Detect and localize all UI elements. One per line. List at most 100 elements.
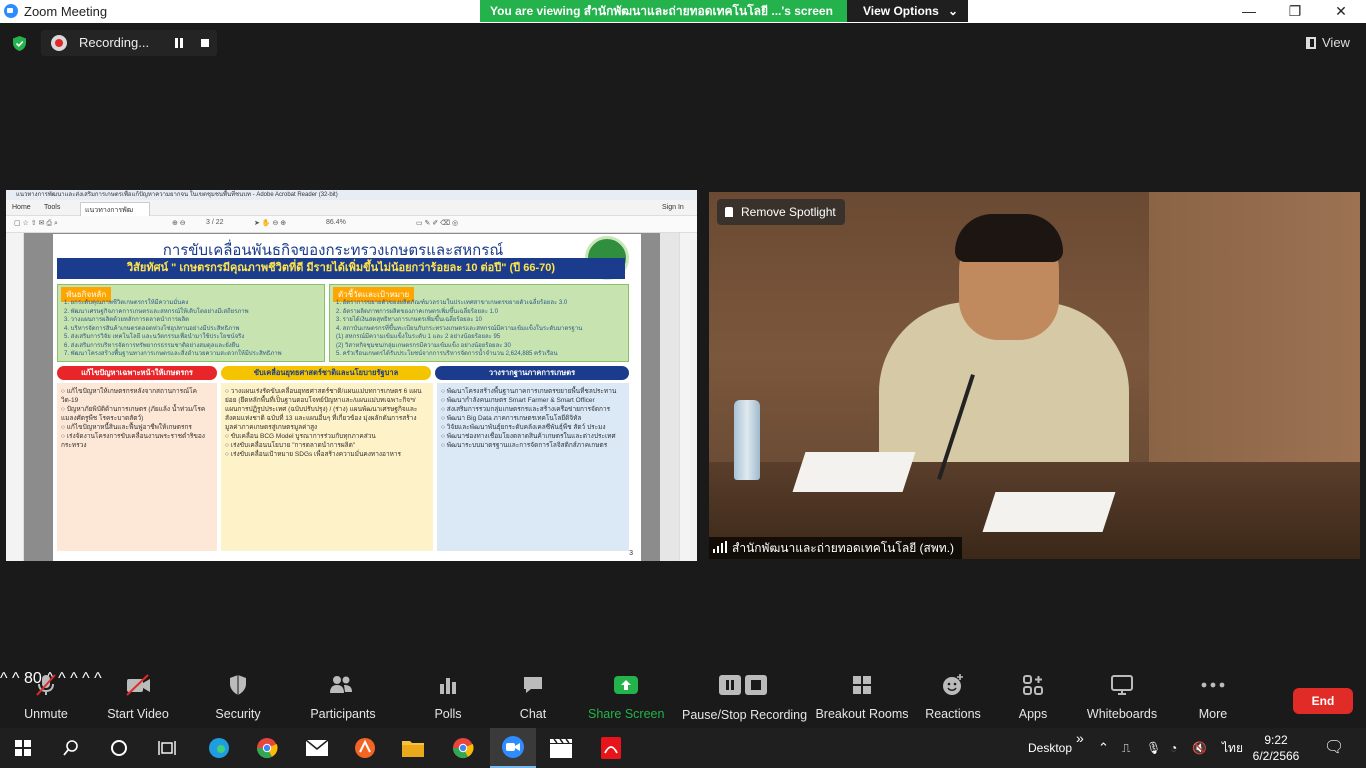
unmute-button[interactable]: Unmute — [16, 670, 76, 728]
microphone-muted-icon — [36, 674, 56, 696]
window-title: Zoom Meeting — [24, 4, 108, 19]
chat-button[interactable]: Chat — [508, 670, 558, 728]
share-screen-label: Share Screen — [588, 707, 665, 721]
column-strategy: ○ วางแผนเร่งรัดขับเคลื่อนยุทธศาสตร์ชาติ/… — [221, 383, 433, 551]
security-shield-icon — [230, 675, 246, 695]
security-button[interactable]: Security — [208, 670, 268, 728]
restore-button[interactable]: ❐ — [1272, 0, 1318, 23]
view-button[interactable]: View — [1306, 35, 1350, 50]
spotlight-video[interactable] — [709, 192, 1360, 559]
zoom-meeting-window: Zoom Meeting You are viewing สำนักพัฒนาแ… — [0, 0, 1366, 768]
chrome-profile-icon[interactable] — [440, 728, 486, 768]
whiteboards-label: Whiteboards — [1086, 707, 1158, 721]
remove-spotlight-button[interactable]: Remove Spotlight — [717, 199, 845, 225]
acrobat-sign-in[interactable]: Sign In — [662, 204, 684, 211]
clapper-app-icon[interactable] — [538, 728, 584, 768]
stop-recording-button[interactable] — [201, 39, 209, 47]
app-orange-icon[interactable] — [342, 728, 388, 768]
windows-start-icon[interactable] — [0, 728, 46, 768]
acrobat-tab-bar: Home Tools แนวทางการพัฒนาฯ... Sign In — [6, 200, 697, 225]
whiteboards-options-caret[interactable]: ^ — [94, 670, 102, 687]
pin-icon — [725, 207, 733, 217]
mission-text: 1. ยกระดับคุณภาพชีวิตเกษตรกรให้มีความมั่… — [64, 300, 282, 357]
start-video-button[interactable]: Start Video — [102, 670, 174, 728]
acrobat-right-rail — [679, 233, 697, 561]
acrobat-page-indicator[interactable]: 3 / 22 — [206, 219, 224, 226]
acrobat-scrollbar[interactable] — [660, 233, 679, 561]
acrobat-tab-tools[interactable]: Tools — [44, 204, 60, 211]
recording-icon — [51, 35, 67, 51]
tray-network-device-icon[interactable]: ⎍ — [1122, 728, 1130, 768]
participants-label: Participants — [310, 707, 376, 721]
pause-stop-recording-button[interactable]: Pause/Stop Recording — [682, 670, 808, 728]
acrobat-nav-icons: ⊕ ⊖ — [172, 220, 186, 227]
desktop-toolbar-label[interactable]: Desktop — [1028, 728, 1072, 768]
acrobat-tab-document[interactable]: แนวทางการพัฒนาฯ... — [80, 202, 150, 225]
more-dots-icon — [1201, 682, 1225, 688]
chrome-icon[interactable] — [244, 728, 290, 768]
pause-recording-button[interactable] — [175, 38, 183, 48]
share-screen-arrow-icon — [614, 676, 638, 694]
minimize-button[interactable]: — — [1226, 0, 1272, 23]
encryption-shield-icon[interactable] — [11, 35, 28, 52]
chat-bubble-icon — [524, 677, 542, 693]
close-button[interactable]: ✕ — [1318, 0, 1364, 23]
apps-options-caret[interactable]: ^ — [82, 670, 90, 687]
chevron-down-icon: ⌄ — [947, 4, 958, 18]
title-bar: Zoom Meeting You are viewing สำนักพัฒนาแ… — [0, 0, 1366, 23]
column-urgent: ○ แก้ไขปัญหาให้เกษตรกรหลังจากสถานการณ์โค… — [57, 383, 217, 551]
water-bottle — [734, 400, 760, 480]
acrobat-zoom-level[interactable]: 86.4% — [326, 219, 346, 226]
audio-options-caret[interactable]: ^ — [0, 670, 8, 687]
unmute-label: Unmute — [24, 707, 68, 721]
reactions-smiley-icon — [943, 674, 963, 695]
view-options-label: View Options — [863, 4, 939, 18]
taskbar-clock[interactable]: 9:22 6/2/2566 — [1248, 732, 1304, 764]
zoom-taskbar-icon[interactable] — [490, 728, 536, 768]
tray-wifi-icon[interactable]: ◔ — [1170, 728, 1177, 768]
video-wall-panel — [1149, 192, 1360, 482]
tray-overflow-icon[interactable]: ⌃ — [1098, 728, 1109, 768]
view-label: View — [1322, 35, 1350, 50]
polls-button[interactable]: Polls — [424, 670, 472, 728]
reactions-label: Reactions — [925, 707, 981, 721]
search-icon[interactable] — [48, 728, 94, 768]
tray-language-label[interactable]: ไทย — [1222, 728, 1243, 768]
file-explorer-icon[interactable] — [390, 728, 436, 768]
slide-vision: วิสัยทัศน์ " เกษตรกรมีคุณภาพชีวิตที่ดี ม… — [57, 258, 625, 279]
video-camera-muted-icon — [126, 674, 150, 696]
tray-microphone-icon[interactable]: 🎙 — [1146, 728, 1161, 768]
breakout-rooms-button[interactable]: Breakout Rooms — [814, 670, 910, 728]
acrobat-reader-icon[interactable] — [588, 728, 634, 768]
signal-bars-icon — [713, 541, 727, 553]
participants-button[interactable]: Participants — [304, 670, 382, 728]
task-view-icon[interactable] — [144, 728, 190, 768]
slide-page-number: 3 — [629, 550, 633, 557]
whiteboards-button[interactable]: Whiteboards — [1086, 670, 1158, 728]
shared-screen[interactable]: แนวทางการพัฒนาและส่งเสริมการเกษตรเพื่อแก… — [6, 190, 697, 561]
end-meeting-button[interactable]: End — [1293, 688, 1353, 714]
edge-browser-icon[interactable] — [196, 728, 242, 768]
strip-strategy: ขับเคลื่อนยุทธศาสตร์ชาติและนโยบายรัฐบาล — [221, 366, 431, 380]
share-screen-button[interactable]: Share Screen — [588, 670, 664, 728]
tray-volume-muted-icon[interactable]: 🔇 — [1192, 728, 1207, 768]
mail-icon[interactable] — [294, 728, 340, 768]
desk-paper — [982, 492, 1116, 532]
notifications-icon[interactable]: 🗨 — [1324, 728, 1344, 768]
chat-label: Chat — [519, 707, 547, 721]
view-options-button[interactable]: View Options ⌄ — [847, 0, 968, 22]
apps-label: Apps — [1018, 707, 1048, 721]
more-button[interactable]: More — [1190, 670, 1236, 728]
polls-label: Polls — [434, 707, 462, 721]
view-layout-icon — [1306, 37, 1316, 49]
cortana-icon[interactable] — [96, 728, 142, 768]
pause-stop-recording-label: Pause/Stop Recording — [682, 708, 808, 722]
reactions-button[interactable]: Reactions — [922, 670, 984, 728]
recording-indicator: Recording... — [41, 30, 217, 56]
desktop-toolbar-chevron[interactable]: » — [1076, 718, 1084, 758]
acrobat-tab-home[interactable]: Home — [12, 204, 31, 211]
acrobat-left-rail — [6, 233, 24, 561]
strip-urgent: แก้ไขปัญหาเฉพาะหน้าให้เกษตรกร — [57, 366, 217, 380]
apps-button[interactable]: Apps — [1010, 670, 1056, 728]
recording-label: Recording... — [79, 35, 150, 50]
